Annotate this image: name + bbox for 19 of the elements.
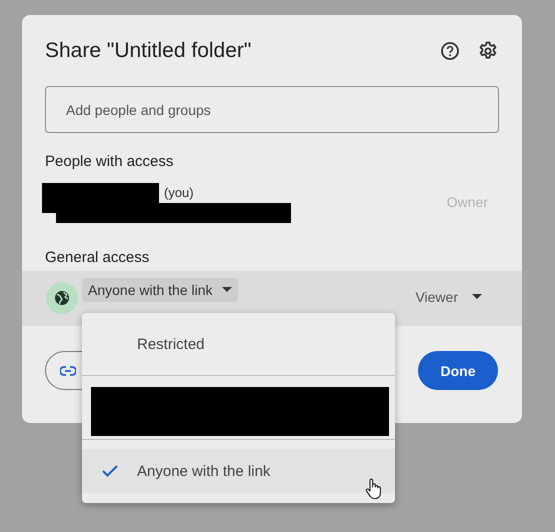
done-button[interactable]: Done [418,351,498,390]
menu-item[interactable]: Restricted [82,313,395,375]
section-heading: General access [45,249,150,266]
caret-icon [472,294,482,300]
dialog-title: Share "Untitled folder" [45,39,252,63]
help-icon[interactable] [440,41,460,61]
add-people-field[interactable]: Add people and groups [45,86,499,133]
you-label: (you) [164,185,194,200]
link-icon [60,366,76,376]
role-dropdown[interactable]: Viewer [415,289,482,305]
menu-item[interactable]: Anyone with the link [82,449,395,493]
caret-icon [222,287,232,293]
check-icon [102,465,118,477]
access-dropdown[interactable]: Anyone with the link [82,278,238,302]
hand-cursor-icon [365,478,383,500]
role-label: Owner [446,194,488,210]
settings-icon[interactable] [478,41,498,61]
section-heading: People with access [45,153,174,170]
globe-icon [46,282,78,314]
